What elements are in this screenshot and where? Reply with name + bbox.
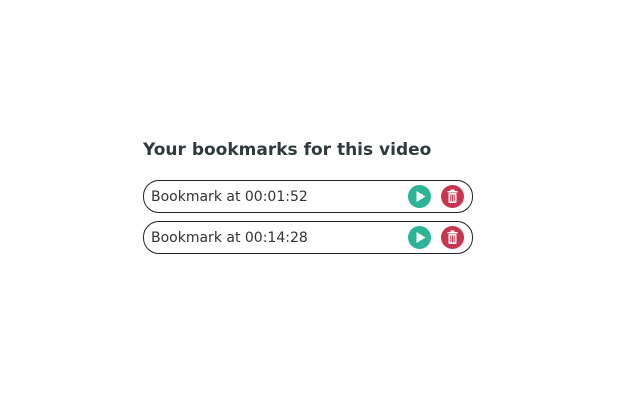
bookmark-item: Bookmark at 00:01:52 <box>143 180 473 213</box>
bookmark-list: Bookmark at 00:01:52 Bookmark at 00:14:2… <box>143 180 473 254</box>
play-bookmark-button[interactable] <box>408 226 431 249</box>
delete-bookmark-button[interactable] <box>441 185 464 208</box>
bookmark-label: Bookmark at 00:14:28 <box>151 229 308 246</box>
play-bookmark-button[interactable] <box>408 185 431 208</box>
trash-icon <box>447 189 458 203</box>
trash-icon <box>447 230 458 244</box>
bookmarks-panel: Your bookmarks for this video Bookmark a… <box>143 139 473 262</box>
delete-bookmark-button[interactable] <box>441 226 464 249</box>
bookmark-item: Bookmark at 00:14:28 <box>143 221 473 254</box>
bookmarks-title: Your bookmarks for this video <box>143 140 432 160</box>
play-icon <box>416 191 426 202</box>
bookmark-label: Bookmark at 00:01:52 <box>151 188 308 205</box>
play-icon <box>416 232 426 243</box>
